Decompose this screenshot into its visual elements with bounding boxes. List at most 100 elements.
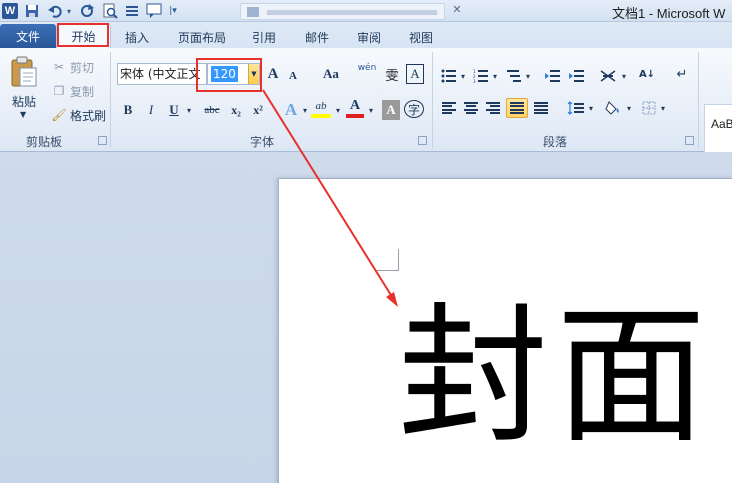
distributed-icon: [534, 102, 548, 114]
bullets-button[interactable]: [440, 66, 458, 86]
shrink-font-button[interactable]: A: [286, 66, 300, 86]
font-name-combobox[interactable]: 宋体 (中文正文: [117, 63, 207, 85]
margin-corner-mark: [377, 270, 399, 271]
numbering-button[interactable]: 123: [472, 66, 490, 86]
svg-text:3: 3: [473, 79, 476, 83]
tab-home[interactable]: 开始: [56, 24, 111, 48]
tab-mailings[interactable]: 邮件: [299, 26, 335, 48]
text-effects-dropdown-icon[interactable]: ▾: [300, 100, 310, 120]
sort-icon[interactable]: A↓: [638, 64, 656, 84]
brush-icon: 🖌: [51, 108, 67, 122]
highlight-dropdown-icon[interactable]: ▾: [333, 100, 343, 120]
paste-dropdown-icon[interactable]: ▼: [20, 110, 26, 119]
copy-button[interactable]: ❐ 复制: [52, 82, 94, 100]
ribbon: 粘贴 ▼ ✂ 剪切 ❐ 复制 🖌 格式刷 剪贴板 宋体 (中文正文 120 ▼ …: [0, 48, 732, 162]
line-spacing-button[interactable]: [566, 98, 586, 118]
paragraph-launcher-icon[interactable]: [685, 136, 694, 145]
align-right-icon: [486, 102, 500, 114]
paste-icon[interactable]: [10, 56, 38, 88]
clipboard-group-label: 剪贴板: [26, 135, 63, 149]
font-launcher-icon[interactable]: [418, 136, 427, 145]
align-left-button[interactable]: [440, 98, 458, 118]
font-color-button[interactable]: A: [346, 98, 364, 118]
close-icon[interactable]: ✕: [450, 3, 464, 17]
cut-label: 剪切: [70, 60, 95, 75]
undo-icon[interactable]: [48, 2, 62, 20]
tab-references[interactable]: 引用: [247, 26, 281, 48]
document-body-text[interactable]: 封面: [398, 282, 714, 472]
shading-bucket-icon[interactable]: [604, 98, 624, 118]
blurred-tab-text: [267, 10, 437, 15]
copy-label: 复制: [70, 84, 95, 99]
strikethrough-button[interactable]: abc: [200, 100, 224, 120]
align-right-button[interactable]: [484, 98, 502, 118]
multilevel-dropdown-icon[interactable]: ▾: [523, 66, 533, 86]
scissors-icon: ✂: [53, 60, 65, 74]
underline-button[interactable]: U: [166, 100, 182, 120]
group-divider: [432, 52, 433, 148]
ribbon-tabs: 文件 开始 插入 页面布局 引用 邮件 审阅 视图: [0, 22, 732, 48]
format-painter-button[interactable]: 🖌 格式刷: [51, 106, 107, 124]
print-preview-icon[interactable]: [102, 2, 118, 20]
justify-icon: [510, 102, 524, 114]
asian-layout-button[interactable]: [598, 66, 618, 86]
tab-file[interactable]: 文件: [0, 24, 56, 48]
paste-button[interactable]: 粘贴: [12, 93, 36, 110]
superscript-button[interactable]: x²: [248, 100, 268, 120]
multilevel-list-button[interactable]: [505, 66, 523, 86]
subscript-button[interactable]: x₂: [226, 100, 246, 120]
bold-button[interactable]: B: [120, 100, 136, 120]
line-spacing-dropdown-icon[interactable]: ▾: [586, 98, 596, 118]
character-shading-button[interactable]: A: [382, 100, 400, 120]
change-case-button[interactable]: Aa: [318, 64, 344, 84]
copy-icon: ❐: [53, 84, 65, 98]
distributed-button[interactable]: [532, 98, 550, 118]
comment-icon[interactable]: [146, 2, 162, 20]
increase-indent-button[interactable]: [568, 66, 586, 86]
bullets-dropdown-icon[interactable]: ▾: [458, 66, 468, 86]
style-sample-normal[interactable]: AaBb: [711, 117, 732, 131]
decrease-indent-button[interactable]: [544, 66, 562, 86]
text-effects-button[interactable]: A: [281, 100, 301, 120]
borders-button[interactable]: [640, 98, 658, 118]
word-app-icon[interactable]: W: [2, 3, 18, 19]
window-title: 文档1 - Microsoft W: [612, 6, 726, 21]
font-size-value[interactable]: 120: [211, 66, 238, 82]
shading-dropdown-icon[interactable]: ▾: [624, 98, 634, 118]
customize-icon[interactable]: |▾: [166, 2, 180, 20]
tab-insert[interactable]: 插入: [119, 26, 155, 48]
list-icon[interactable]: [124, 2, 140, 20]
asian-layout-dropdown-icon[interactable]: ▾: [619, 66, 629, 86]
align-center-icon: [464, 102, 478, 114]
highlight-button[interactable]: ab: [311, 98, 331, 118]
underline-dropdown-icon[interactable]: ▾: [184, 100, 194, 120]
redo-icon[interactable]: [80, 2, 94, 20]
grow-font-button[interactable]: A: [265, 64, 281, 84]
show-marks-icon[interactable]: ↵: [674, 64, 690, 84]
cut-button[interactable]: ✂ 剪切: [52, 58, 94, 76]
tab-page-layout[interactable]: 页面布局: [172, 26, 232, 48]
enclose-characters-button[interactable]: 字: [404, 100, 424, 118]
group-divider: [698, 52, 699, 148]
undo-dropdown-icon[interactable]: ▾: [64, 2, 74, 20]
justify-button[interactable]: [506, 98, 528, 118]
numbering-dropdown-icon[interactable]: ▾: [490, 66, 500, 86]
character-border-button[interactable]: A: [406, 64, 424, 84]
tab-view[interactable]: 视图: [403, 26, 439, 48]
pinyin-guide-label: wén: [357, 63, 377, 73]
pinyin-guide-button[interactable]: 雯: [382, 64, 402, 84]
font-color-dropdown-icon[interactable]: ▾: [366, 100, 376, 120]
paragraph-group-label: 段落: [543, 135, 568, 149]
save-icon[interactable]: [24, 2, 40, 20]
tab-review[interactable]: 审阅: [351, 26, 387, 48]
font-group-label: 字体: [250, 135, 275, 149]
align-left-icon: [442, 102, 456, 114]
font-size-combobox[interactable]: 120 ▼: [207, 63, 260, 85]
borders-dropdown-icon[interactable]: ▾: [658, 98, 668, 118]
font-size-dropdown-icon[interactable]: ▼: [248, 64, 259, 84]
format-painter-label: 格式刷: [70, 108, 107, 123]
align-center-button[interactable]: [462, 98, 480, 118]
clipboard-launcher-icon[interactable]: [98, 136, 107, 145]
italic-button[interactable]: I: [143, 100, 159, 120]
title-bar: W ▾ |▾ ✕ 文档1 - Microsoft W: [0, 0, 732, 22]
